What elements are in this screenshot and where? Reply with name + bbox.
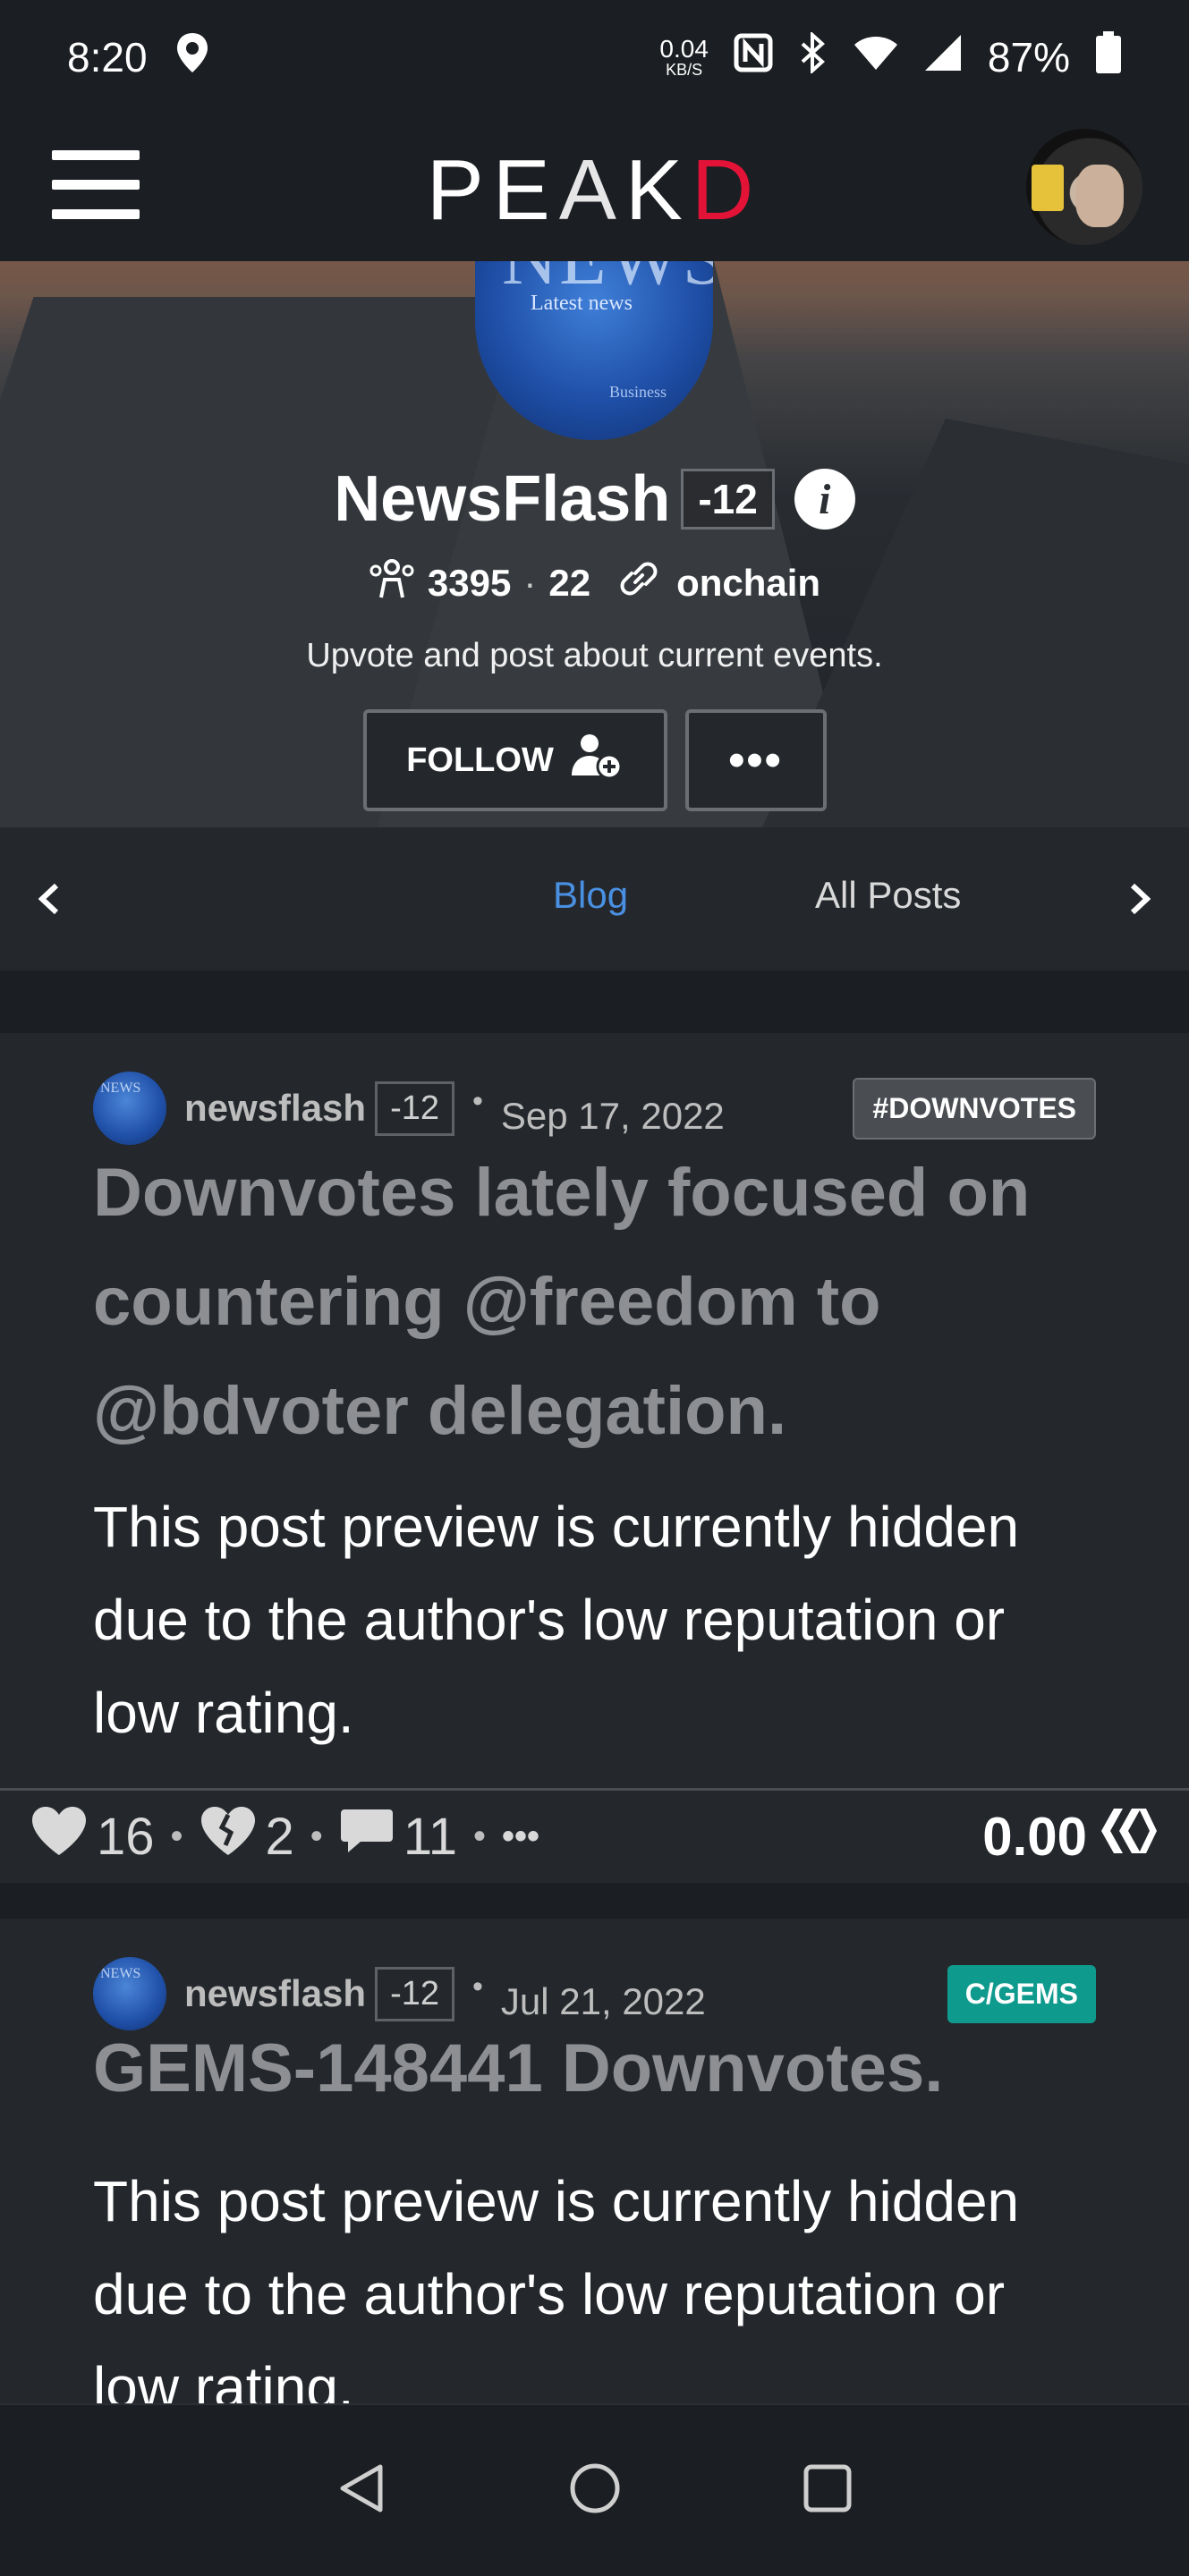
info-icon[interactable]: i — [794, 469, 855, 530]
nav-recents-icon[interactable] — [801, 2462, 854, 2520]
wifi-icon — [854, 33, 898, 81]
heart-icon — [30, 1805, 88, 1869]
post-author[interactable]: newsflash — [184, 1087, 366, 1130]
payout-value: 0.00 — [982, 1807, 1087, 1867]
nfc-icon — [734, 33, 773, 82]
post-title[interactable]: GEMS-148441 Downvotes. — [93, 2024, 1096, 2114]
broken-heart-icon — [200, 1805, 257, 1869]
author-reputation: -12 — [375, 1966, 454, 2021]
nav-home-icon[interactable] — [568, 2462, 622, 2520]
downvote-button[interactable]: 2 — [200, 1805, 294, 1869]
link-icon — [614, 554, 664, 613]
reputation-badge: -12 — [681, 469, 775, 530]
upvote-button[interactable]: 16 — [30, 1805, 155, 1869]
network-speed-value: 0.04 — [659, 35, 709, 63]
status-bar: 8:20 0.04 KB/S 87% — [0, 0, 1189, 114]
profile-tabs: Blog All Posts — [0, 827, 1189, 970]
cover-avatar-line2: Business — [609, 383, 667, 401]
profile-link[interactable]: onchain — [676, 562, 820, 605]
post-more-button[interactable]: ••• — [502, 1817, 539, 1857]
post-title[interactable]: Downvotes lately focused on countering @… — [93, 1139, 1096, 1466]
user-avatar[interactable] — [1026, 129, 1142, 245]
post-meta: newsflash -12 • Jul 21, 2022 C/GEMS — [93, 1957, 1096, 2030]
more-options-button[interactable]: ••• — [684, 709, 827, 811]
status-time: 8:20 — [67, 34, 148, 80]
tabs-scroll-left-icon[interactable] — [27, 877, 72, 921]
post-meta: newsflash -12 • Sep 17, 2022 #DOWNVOTES — [93, 1072, 1096, 1145]
logo-k: K — [624, 142, 692, 238]
follow-button[interactable]: FOLLOW — [362, 709, 667, 811]
author-avatar[interactable] — [93, 1072, 166, 1145]
tabs-scroll-right-icon[interactable] — [1117, 877, 1162, 921]
post-tag[interactable]: C/GEMS — [947, 1964, 1096, 2023]
follow-label: FOLLOW — [406, 741, 554, 779]
hive-logo-icon — [1100, 1805, 1159, 1869]
network-speed: 0.04 KB/S — [659, 35, 709, 79]
tab-all-posts[interactable]: All Posts — [815, 874, 961, 917]
followers-count[interactable]: 3395 — [428, 562, 511, 605]
comment-icon — [339, 1806, 395, 1868]
cover-avatar-line1: Latest news — [531, 292, 633, 315]
signal-icon — [923, 33, 963, 82]
location-pin-icon — [174, 31, 210, 84]
followers-icon — [369, 558, 415, 608]
post-preview: This post preview is currently hidden du… — [93, 2169, 1020, 2403]
logo-prefix: PE — [426, 142, 559, 238]
post-date: Jul 21, 2022 — [500, 1980, 706, 2022]
following-count[interactable]: 22 — [548, 562, 590, 605]
author-avatar[interactable] — [93, 1957, 166, 2030]
battery-icon — [1095, 30, 1122, 84]
profile-cover: NEWS Latest news Business NewsFlash -12 … — [0, 261, 1189, 827]
downvote-count: 2 — [265, 1808, 294, 1866]
bluetooth-icon — [798, 30, 828, 83]
profile-name: NewsFlash — [334, 463, 671, 535]
nav-back-icon[interactable] — [335, 2462, 389, 2520]
tab-blog[interactable]: Blog — [553, 874, 628, 917]
logo-d: D — [691, 142, 763, 238]
feed-spacer — [0, 970, 1189, 1033]
add-user-icon — [570, 731, 624, 790]
comments-button[interactable]: 11 — [339, 1806, 457, 1868]
post-card[interactable]: newsflash -12 • Jul 21, 2022 C/GEMS GEMS… — [0, 1919, 1189, 2403]
peakd-logo[interactable]: PEAKD — [0, 141, 1189, 240]
upvote-count: 16 — [97, 1808, 155, 1866]
logo-a: A — [558, 142, 625, 238]
post-payout[interactable]: 0.00 — [982, 1805, 1159, 1869]
post-author[interactable]: newsflash — [184, 1972, 366, 2015]
post-actions: 16 • 2 • 11 • ••• 0.00 — [0, 1788, 1189, 1883]
system-nav-bar — [0, 2403, 1189, 2576]
network-speed-unit: KB/S — [666, 61, 703, 79]
app-header: PEAKD — [0, 114, 1189, 261]
post-card[interactable]: newsflash -12 • Sep 17, 2022 #DOWNVOTES … — [0, 1033, 1189, 1883]
profile-bio: Upvote and post about current events. — [306, 637, 883, 674]
battery-percent: 87% — [987, 34, 1070, 80]
comment-count: 11 — [403, 1808, 458, 1866]
post-preview: This post preview is currently hidden du… — [93, 1495, 1020, 1745]
author-reputation: -12 — [375, 1080, 454, 1136]
post-date: Sep 17, 2022 — [500, 1095, 725, 1137]
post-tag[interactable]: #DOWNVOTES — [853, 1077, 1096, 1140]
